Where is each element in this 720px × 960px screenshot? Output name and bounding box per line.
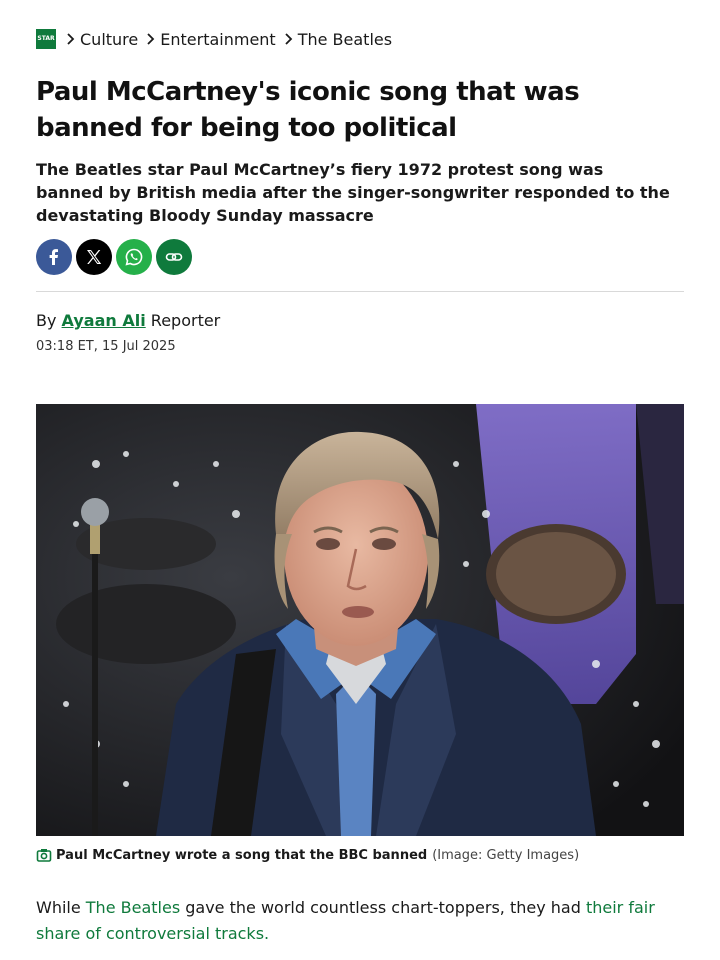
image-caption: Paul McCartney wrote a song that the BBC… <box>36 845 579 865</box>
copy-link-button[interactable] <box>156 239 192 275</box>
chevron-right-icon <box>62 28 80 50</box>
link-icon <box>165 253 183 261</box>
site-logo-text: STAR <box>37 35 55 42</box>
chevron-right-icon <box>280 28 298 50</box>
x-share-button[interactable] <box>76 239 112 275</box>
whatsapp-share-button[interactable] <box>116 239 152 275</box>
article-standfirst: The Beatles star Paul McCartney’s fiery … <box>36 160 670 225</box>
facebook-share-button[interactable] <box>36 239 72 275</box>
caption-text: Paul McCartney wrote a song that the BBC… <box>56 847 428 863</box>
whatsapp-icon <box>125 248 143 266</box>
share-bar <box>36 239 192 275</box>
paragraph-text: gave the world countless chart-toppers, … <box>180 898 586 917</box>
paragraph-text: While <box>36 898 86 917</box>
article-headline: Paul McCartney's iconic song that was ba… <box>36 77 580 143</box>
divider <box>36 291 684 292</box>
byline: By Ayaan Ali Reporter <box>36 310 220 332</box>
camera-icon <box>36 847 52 863</box>
breadcrumb: STAR Culture Entertainment The Beatles <box>36 28 396 50</box>
facebook-icon <box>49 249 58 265</box>
chevron-right-icon <box>142 28 160 50</box>
site-logo[interactable]: STAR <box>36 29 56 49</box>
byline-prefix: By <box>36 311 57 330</box>
breadcrumb-the-beatles[interactable]: The Beatles <box>298 30 392 49</box>
breadcrumb-culture[interactable]: Culture <box>80 30 138 49</box>
hero-image <box>36 404 684 836</box>
publish-date: 03:18 ET, 15 Jul 2025 <box>36 339 176 354</box>
author-role: Reporter <box>150 311 221 330</box>
article-paragraph: While The Beatles gave the world countle… <box>36 895 686 947</box>
caption-credit: (Image: Getty Images) <box>432 847 580 863</box>
author-link[interactable]: Ayaan Ali <box>62 311 146 330</box>
breadcrumb-entertainment[interactable]: Entertainment <box>160 30 275 49</box>
hero-photo <box>36 404 684 836</box>
the-beatles-link[interactable]: The Beatles <box>86 898 180 917</box>
x-icon <box>87 250 102 264</box>
